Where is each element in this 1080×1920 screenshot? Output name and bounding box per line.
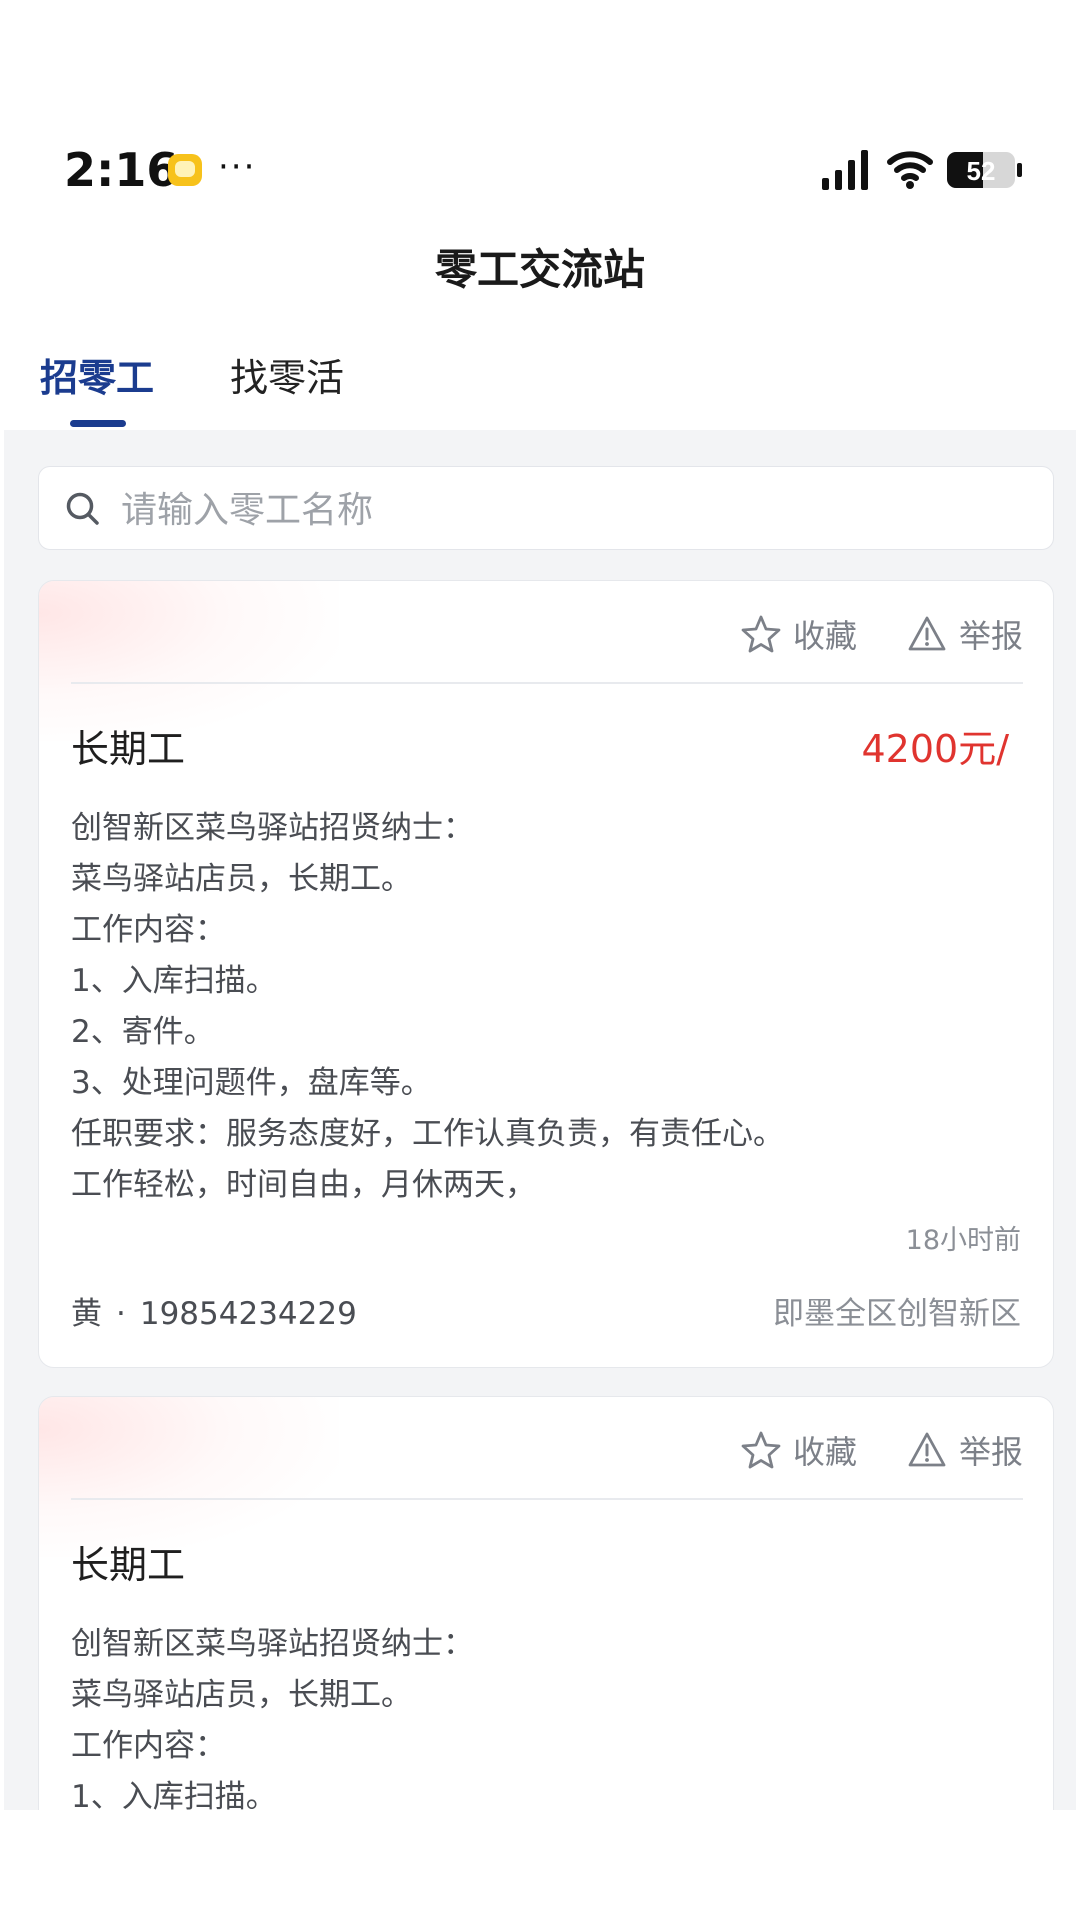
report-button[interactable]: 举报 xyxy=(907,1427,1023,1473)
page-title: 零工交流站 xyxy=(434,245,645,294)
battery-level: 52 xyxy=(967,156,996,186)
cellular-signal-icon xyxy=(822,150,868,190)
card-actions: 收藏 举报 xyxy=(691,1425,1023,1475)
battery-icon: 52 xyxy=(947,152,1022,188)
card-decoration xyxy=(39,1397,339,1557)
card-divider xyxy=(71,682,1023,684)
star-outline-icon xyxy=(741,615,781,653)
description-line: 3、处理问题件，盘库等。 xyxy=(71,1065,432,1101)
job-title: 长期工 xyxy=(71,727,186,771)
favorite-button[interactable]: 收藏 xyxy=(741,611,857,657)
active-tab-indicator xyxy=(70,420,126,427)
job-list-area[interactable]: 收藏 举报 长期工 4200元/ 创智新区菜鸟驿站招贤纳士： 菜鸟驿站店员，长期… xyxy=(4,430,1076,1810)
status-time: 2:16 xyxy=(64,143,179,197)
description-line: 菜鸟驿站店员，长期工。 xyxy=(71,861,412,897)
description-line: 菜鸟驿站店员，长期工。 xyxy=(71,1677,412,1713)
description-line: 工作内容： xyxy=(71,1728,226,1764)
tab-find-gig-jobs[interactable]: 找零活 xyxy=(230,350,344,406)
job-location: 即墨全区创智新区 xyxy=(773,1296,1021,1332)
job-title: 长期工 xyxy=(71,1543,186,1587)
description-line: 创智新区菜鸟驿站招贤纳士： xyxy=(71,810,474,846)
more-notifications-icon: ··· xyxy=(218,147,257,187)
search-input[interactable] xyxy=(119,481,1023,539)
status-bar: 2:16 ··· 52 xyxy=(0,140,1080,200)
job-salary: 4200元/ xyxy=(861,727,1009,771)
contact-info: 黄 · 19854234229 xyxy=(71,1291,357,1337)
post-time: 18小时前 xyxy=(905,1225,1021,1256)
warning-triangle-icon xyxy=(908,616,946,651)
favorite-button[interactable]: 收藏 xyxy=(741,1427,857,1473)
description-line: 工作内容： xyxy=(71,912,226,948)
tab-hire-gig-workers[interactable]: 招零工 xyxy=(40,350,154,406)
tab-bar: 招零工 找零活 xyxy=(0,350,1080,430)
description-line: 工作轻松，时间自由，月休两天， xyxy=(71,1167,536,1203)
contact-separator: · xyxy=(116,1296,126,1332)
description-line: 1、入库扫描。 xyxy=(71,1779,277,1810)
search-icon xyxy=(66,492,99,525)
job-description: 创智新区菜鸟驿站招贤纳士： 菜鸟驿站店员，长期工。 工作内容： 1、入库扫描。 … xyxy=(71,803,1021,1211)
favorite-label: 收藏 xyxy=(792,1433,857,1471)
warning-triangle-icon xyxy=(908,1432,946,1467)
report-button[interactable]: 举报 xyxy=(907,611,1023,657)
contact-name: 黄 xyxy=(71,1296,102,1332)
card-actions: 收藏 举报 xyxy=(691,609,1023,659)
search-box[interactable] xyxy=(38,466,1054,550)
wifi-icon xyxy=(887,151,933,189)
chat-notification-icon xyxy=(168,154,202,186)
job-card[interactable]: 收藏 举报 长期工 4200元/ 创智新区菜鸟驿站招贤纳士： 菜鸟驿站店员，长期… xyxy=(38,580,1054,1368)
report-label: 举报 xyxy=(958,1433,1023,1471)
contact-phone[interactable]: 19854234229 xyxy=(140,1296,357,1332)
report-label: 举报 xyxy=(958,617,1023,655)
favorite-label: 收藏 xyxy=(792,617,857,655)
description-line: 2、寄件。 xyxy=(71,1014,215,1050)
job-card[interactable]: 收藏 举报 长期工 创智新区菜鸟驿站招贤纳士： 菜鸟驿站店员，长期工。 工作内容… xyxy=(38,1396,1054,1810)
description-line: 1、入库扫描。 xyxy=(71,963,277,999)
card-divider xyxy=(71,1498,1023,1500)
card-decoration xyxy=(39,581,339,741)
job-description: 创智新区菜鸟驿站招贤纳士： 菜鸟驿站店员，长期工。 工作内容： 1、入库扫描。 xyxy=(71,1619,1021,1810)
description-line: 创智新区菜鸟驿站招贤纳士： xyxy=(71,1626,474,1662)
star-outline-icon xyxy=(741,1431,781,1469)
description-line: 任职要求：服务态度好，工作认真负责，有责任心。 xyxy=(71,1116,784,1152)
